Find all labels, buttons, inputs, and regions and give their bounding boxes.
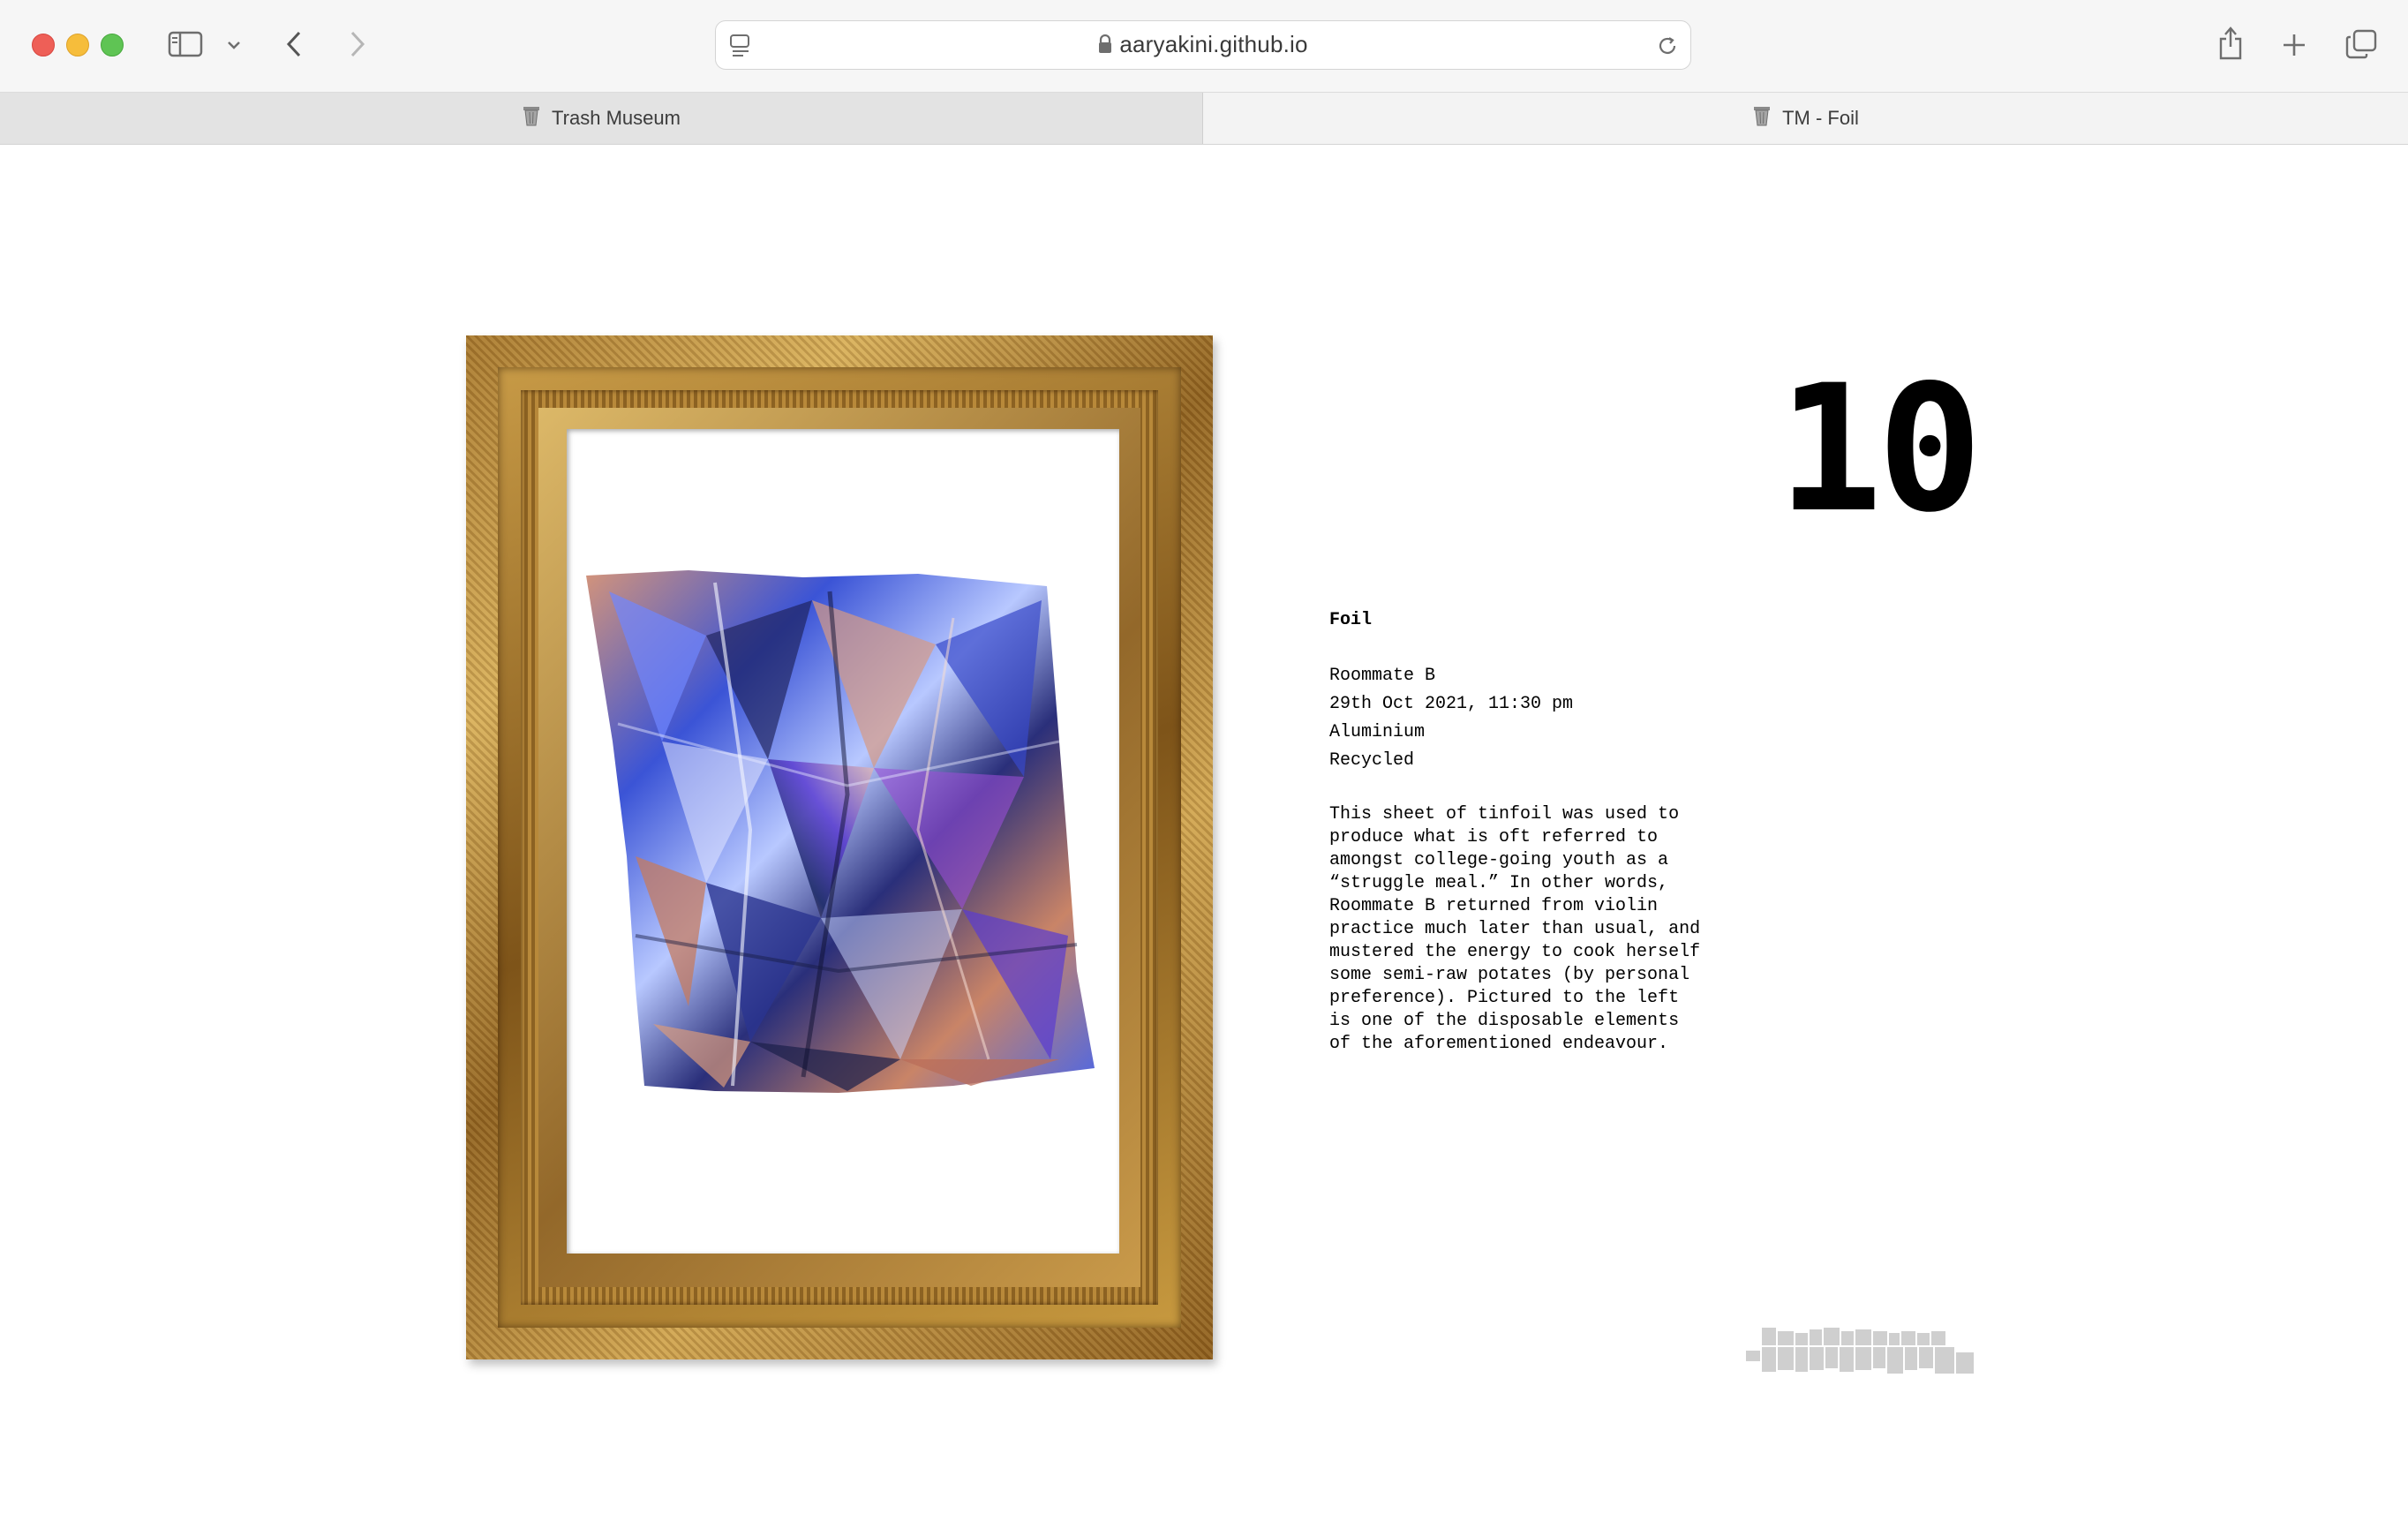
exhibit-info: Foil Roommate B 29th Oct 2021, 11:30 pm …: [1329, 607, 1709, 1056]
exhibit-status: Recycled: [1329, 750, 1415, 771]
browser-toolbar: aaryakini.github.io: [0, 0, 2408, 92]
trash-museum-logo[interactable]: [1746, 1326, 1975, 1377]
exhibit-date: 29th Oct 2021, 11:30 pm: [1329, 694, 1574, 714]
address-bar[interactable]: aaryakini.github.io: [715, 20, 1691, 70]
minimize-window-button[interactable]: [66, 34, 89, 56]
share-icon[interactable]: [2216, 25, 2246, 62]
exhibit-title: Foil: [1329, 610, 1373, 630]
exhibit-owner: Roommate B: [1329, 666, 1436, 686]
trash-can-icon: [522, 104, 541, 132]
url-text: aaryakini.github.io: [1119, 31, 1308, 57]
tab-label: Trash Museum: [552, 107, 681, 129]
new-tab-icon[interactable]: [2279, 30, 2309, 60]
tab-trash-museum[interactable]: Trash Museum: [0, 93, 1203, 144]
forward-icon[interactable]: [344, 28, 371, 60]
chevron-down-icon[interactable]: [224, 35, 244, 55]
back-icon[interactable]: [281, 28, 307, 60]
tab-tm-foil[interactable]: TM - Foil: [1203, 93, 2408, 144]
lock-icon: [1098, 23, 1112, 70]
tab-label: TM - Foil: [1782, 107, 1859, 129]
tab-bar: Trash Museum TM - Foil: [0, 92, 2408, 145]
foil-artwork-image: [586, 570, 1095, 1093]
url-display: aaryakini.github.io: [716, 21, 1690, 68]
exhibit-description: This sheet of tinfoil was used to produc…: [1329, 804, 1701, 1054]
reload-icon[interactable]: [1655, 34, 1680, 58]
zoom-window-button[interactable]: [101, 34, 124, 56]
sidebar-toggle-icon[interactable]: [166, 28, 205, 60]
close-window-button[interactable]: [32, 34, 55, 56]
exhibit-number: 10: [1777, 347, 1983, 551]
exhibit-material: Aluminium: [1329, 722, 1426, 742]
tab-overview-icon[interactable]: [2344, 28, 2378, 60]
trash-can-icon: [1752, 104, 1772, 132]
